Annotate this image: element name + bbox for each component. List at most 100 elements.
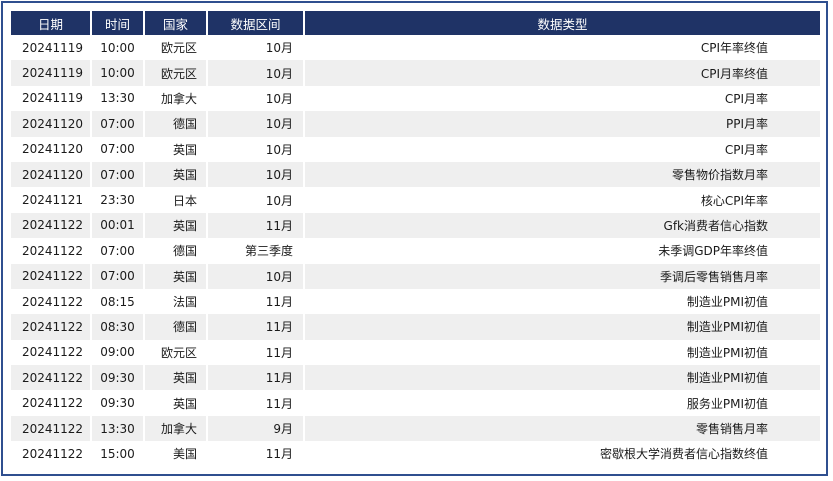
cell-data-type: CPI月率 <box>303 136 820 162</box>
table-row: 20241120 07:00 英国 10月 CPI月率 <box>11 136 820 162</box>
cell-country: 英国 <box>143 390 206 416</box>
cell-time: 13:30 <box>90 85 143 112</box>
cell-time: 10:00 <box>90 60 143 86</box>
cell-time: 09:00 <box>90 339 143 366</box>
cell-period: 10月 <box>206 187 303 213</box>
cell-data-type: 制造业PMI初值 <box>303 314 820 340</box>
cell-time: 07:00 <box>90 238 143 264</box>
cell-country: 英国 <box>143 263 206 289</box>
cell-time: 07:00 <box>90 161 143 188</box>
cell-period: 10月 <box>206 60 303 86</box>
table-row: 20241122 07:00 英国 10月 季调后零售销售月率 <box>11 263 820 289</box>
cell-country: 加拿大 <box>143 85 206 112</box>
cell-data-type: 制造业PMI初值 <box>303 365 820 391</box>
cell-period: 11月 <box>206 314 303 340</box>
cell-date: 20241122 <box>11 212 90 239</box>
cell-country: 加拿大 <box>143 415 206 442</box>
cell-country: 英国 <box>143 365 206 391</box>
cell-country: 法国 <box>143 288 206 315</box>
cell-country: 德国 <box>143 111 206 137</box>
cell-time: 23:30 <box>90 187 143 213</box>
table-row: 20241119 13:30 加拿大 10月 CPI月率 <box>11 85 820 112</box>
cell-date: 20241122 <box>11 365 90 391</box>
cell-date: 20241121 <box>11 187 90 213</box>
cell-data-type: 服务业PMI初值 <box>303 390 820 416</box>
cell-period: 第三季度 <box>206 238 303 264</box>
cell-country: 日本 <box>143 187 206 213</box>
cell-country: 欧元区 <box>143 60 206 86</box>
header-country: 国家 <box>143 11 206 35</box>
table-row: 20241122 09:30 英国 11月 服务业PMI初值 <box>11 390 820 416</box>
table-row: 20241119 10:00 欧元区 10月 CPI年率终值 <box>11 35 820 61</box>
cell-date: 20241122 <box>11 263 90 289</box>
cell-time: 10:00 <box>90 35 143 61</box>
cell-date: 20241122 <box>11 390 90 416</box>
cell-country: 英国 <box>143 136 206 162</box>
cell-data-type: 零售物价指数月率 <box>303 161 820 188</box>
cell-date: 20241120 <box>11 161 90 188</box>
cell-period: 11月 <box>206 339 303 366</box>
cell-country: 德国 <box>143 314 206 340</box>
cell-period: 11月 <box>206 390 303 416</box>
table-row: 20241119 10:00 欧元区 10月 CPI月率终值 <box>11 60 820 86</box>
cell-date: 20241119 <box>11 85 90 112</box>
cell-date: 20241122 <box>11 288 90 315</box>
cell-period: 10月 <box>206 136 303 162</box>
cell-data-type: CPI月率终值 <box>303 60 820 86</box>
cell-date: 20241120 <box>11 111 90 137</box>
cell-date: 20241119 <box>11 35 90 61</box>
table-row: 20241122 15:00 美国 11月 密歇根大学消费者信心指数终值 <box>11 441 820 467</box>
cell-data-type: Gfk消费者信心指数 <box>303 212 820 239</box>
cell-period: 10月 <box>206 161 303 188</box>
cell-time: 08:30 <box>90 314 143 340</box>
cell-date: 20241122 <box>11 441 90 467</box>
cell-period: 10月 <box>206 35 303 61</box>
cell-time: 13:30 <box>90 415 143 442</box>
cell-data-type: 密歇根大学消费者信心指数终值 <box>303 441 820 467</box>
cell-time: 07:00 <box>90 136 143 162</box>
cell-period: 9月 <box>206 415 303 442</box>
header-data-type: 数据类型 <box>303 11 820 35</box>
cell-data-type: PPI月率 <box>303 111 820 137</box>
cell-period: 10月 <box>206 111 303 137</box>
table-row: 20241122 08:15 法国 11月 制造业PMI初值 <box>11 288 820 315</box>
cell-period: 11月 <box>206 212 303 239</box>
cell-time: 07:00 <box>90 111 143 137</box>
table-row: 20241120 07:00 德国 10月 PPI月率 <box>11 111 820 137</box>
cell-country: 德国 <box>143 238 206 264</box>
table-row: 20241122 00:01 英国 11月 Gfk消费者信心指数 <box>11 212 820 239</box>
cell-date: 20241119 <box>11 60 90 86</box>
table-row: 20241122 09:00 欧元区 11月 制造业PMI初值 <box>11 339 820 366</box>
cell-time: 08:15 <box>90 288 143 315</box>
cell-period: 10月 <box>206 85 303 112</box>
table-row: 20241120 07:00 英国 10月 零售物价指数月率 <box>11 161 820 188</box>
table-row: 20241122 08:30 德国 11月 制造业PMI初值 <box>11 314 820 340</box>
cell-data-type: 未季调GDP年率终值 <box>303 238 820 264</box>
cell-time: 15:00 <box>90 441 143 467</box>
cell-data-type: 季调后零售销售月率 <box>303 263 820 289</box>
cell-date: 20241122 <box>11 238 90 264</box>
cell-country: 欧元区 <box>143 339 206 366</box>
cell-data-type: CPI年率终值 <box>303 35 820 61</box>
cell-date: 20241122 <box>11 415 90 442</box>
table-row: 20241122 07:00 德国 第三季度 未季调GDP年率终值 <box>11 238 820 264</box>
cell-date: 20241122 <box>11 314 90 340</box>
cell-period: 10月 <box>206 263 303 289</box>
table-row: 20241122 13:30 加拿大 9月 零售销售月率 <box>11 415 820 442</box>
cell-date: 20241120 <box>11 136 90 162</box>
cell-time: 00:01 <box>90 212 143 239</box>
cell-country: 英国 <box>143 161 206 188</box>
cell-data-type: 零售销售月率 <box>303 415 820 442</box>
cell-data-type: CPI月率 <box>303 85 820 112</box>
cell-period: 11月 <box>206 288 303 315</box>
cell-country: 美国 <box>143 441 206 467</box>
cell-time: 09:30 <box>90 365 143 391</box>
header-row: 日期 时间 国家 数据区间 数据类型 <box>11 11 820 35</box>
cell-time: 09:30 <box>90 390 143 416</box>
header-date: 日期 <box>11 11 90 35</box>
cell-date: 20241122 <box>11 339 90 366</box>
cell-data-type: 制造业PMI初值 <box>303 288 820 315</box>
cell-country: 欧元区 <box>143 35 206 61</box>
cell-period: 11月 <box>206 441 303 467</box>
cell-data-type: 核心CPI年率 <box>303 187 820 213</box>
